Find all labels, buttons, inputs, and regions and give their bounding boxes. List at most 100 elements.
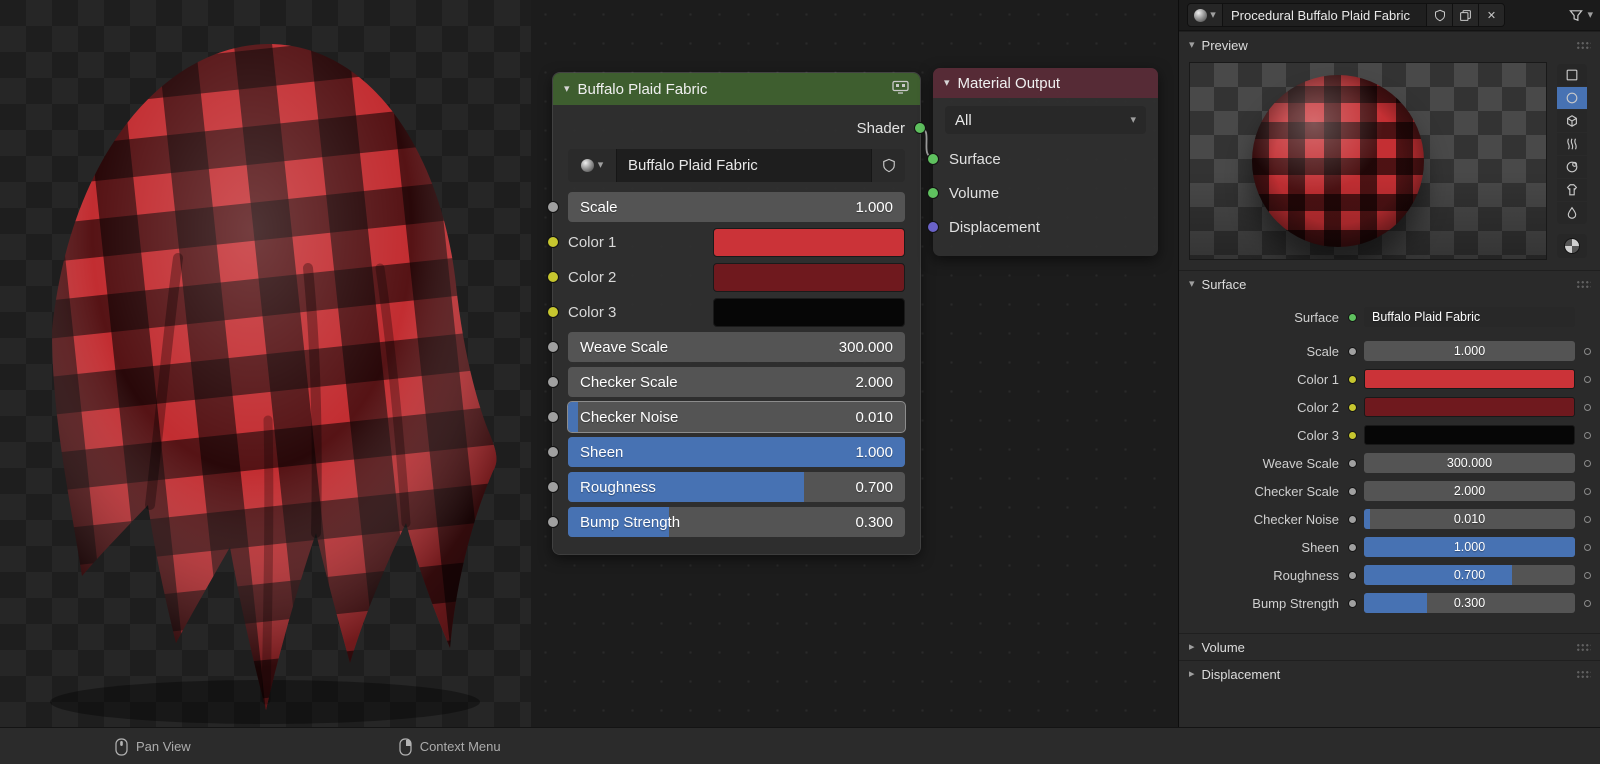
animate-decorator[interactable] [1584, 432, 1591, 439]
sheen-input-socket[interactable] [547, 446, 559, 458]
bump-strength-slider[interactable]: Bump Strength 0.300 [568, 507, 905, 537]
bump-strength-slider[interactable]: 0.300 [1364, 593, 1575, 613]
shader-output-socket[interactable] [914, 122, 926, 134]
preview-shaderball-button[interactable] [1557, 156, 1587, 178]
panel-grip-icon[interactable] [1576, 643, 1591, 652]
weave-scale-field[interactable]: Weave Scale 300.000 [568, 332, 905, 362]
shield-icon [882, 158, 896, 173]
checker-noise-field[interactable]: 0.010 [1364, 509, 1575, 529]
preview-sphere-button[interactable] [1557, 87, 1587, 109]
shader-node-editor[interactable]: ▾ Buffalo Plaid Fabric Shader ▾ Buffalo … [531, 0, 1178, 727]
properties-header: ▾ Procedural Buffalo Plaid Fabric ✕ ▾ [1179, 0, 1600, 31]
panel-grip-icon[interactable] [1576, 670, 1591, 679]
preview-plaid-sphere [1252, 75, 1424, 247]
displacement-input-socket[interactable] [927, 221, 939, 233]
duplicate-button[interactable] [1453, 4, 1479, 26]
checker-scale-field[interactable]: 2.000 [1364, 481, 1575, 501]
surface-shader-field[interactable]: Buffalo Plaid Fabric [1364, 307, 1575, 327]
weave-scale-input-socket[interactable] [547, 341, 559, 353]
checker-scale-field[interactable]: Checker Scale 2.000 [568, 367, 905, 397]
animate-decorator[interactable] [1584, 460, 1591, 467]
input-row-sheen: Sheen 1.000 [568, 437, 905, 467]
group-node-header[interactable]: ▾ Buffalo Plaid Fabric [553, 73, 920, 105]
color3-input-socket[interactable] [547, 306, 559, 318]
preview-fluid-button[interactable] [1557, 202, 1587, 224]
preview-cube-button[interactable] [1557, 110, 1587, 132]
node-material-output[interactable]: ▾ Material Output All ▾ Surface Volume [933, 68, 1158, 256]
preview-cloth-button[interactable] [1557, 179, 1587, 201]
fake-user-button[interactable] [1427, 4, 1453, 26]
bump-strength-input-socket[interactable] [547, 516, 559, 528]
volume-input-socket[interactable] [927, 187, 939, 199]
chevron-down-icon: ▾ [1210, 10, 1216, 21]
checker-noise-field[interactable]: Checker Noise 0.010 [568, 402, 905, 432]
preview-flat-button[interactable] [1557, 64, 1587, 86]
animate-decorator[interactable] [1584, 348, 1591, 355]
volume-section-header[interactable]: ▸ Volume [1179, 634, 1600, 660]
surface-section-header[interactable]: ▾ Surface [1179, 271, 1600, 297]
flat-plane-icon [1565, 68, 1579, 82]
sheen-slider[interactable]: 1.000 [1364, 537, 1575, 557]
color3-swatch[interactable] [713, 298, 905, 327]
roughness-slider[interactable]: Roughness 0.700 [568, 472, 905, 502]
animate-decorator[interactable] [1584, 516, 1591, 523]
color2-swatch[interactable] [713, 263, 905, 292]
output-node-header[interactable]: ▾ Material Output [933, 68, 1158, 98]
animate-decorator[interactable] [1584, 404, 1591, 411]
animate-decorator[interactable] [1584, 572, 1591, 579]
collapse-chevron-icon[interactable]: ▾ [564, 84, 570, 95]
fake-user-button[interactable] [871, 149, 905, 182]
checker-scale-input-socket[interactable] [547, 376, 559, 388]
input-row-color2: Color 2 [568, 262, 905, 292]
preview-type-toolbar [1557, 64, 1587, 258]
color1-input-socket[interactable] [547, 236, 559, 248]
color2-input-socket[interactable] [547, 271, 559, 283]
preview-world-button[interactable] [1557, 234, 1587, 258]
material-id-block: ▾ Procedural Buffalo Plaid Fabric ✕ [1187, 3, 1505, 27]
node-title: Buffalo Plaid Fabric [578, 81, 708, 98]
panel-grip-icon[interactable] [1576, 280, 1591, 289]
displacement-section-header[interactable]: ▸ Displacement [1179, 661, 1600, 687]
status-bar: Pan View Context Menu [0, 727, 1600, 764]
node-buffalo-plaid-fabric[interactable]: ▾ Buffalo Plaid Fabric Shader ▾ Buffalo … [553, 73, 920, 554]
scale-input-socket[interactable] [547, 201, 559, 213]
surface-input-socket[interactable] [927, 153, 939, 165]
chevron-down-icon: ▾ [1189, 279, 1195, 290]
panel-grip-icon[interactable] [1576, 41, 1591, 50]
animate-decorator[interactable] [1584, 544, 1591, 551]
filter-funnel-icon[interactable] [1568, 8, 1584, 23]
color1-swatch[interactable] [713, 228, 905, 257]
checker-noise-row: Checker Noise 0.010 [1189, 507, 1591, 531]
collapse-chevron-icon[interactable]: ▾ [944, 78, 950, 89]
animate-decorator[interactable] [1584, 600, 1591, 607]
chevron-down-icon[interactable]: ▾ [1587, 10, 1593, 21]
shaderball-icon [1565, 160, 1579, 174]
roughness-input-socket[interactable] [547, 481, 559, 493]
sphere-icon [1565, 91, 1579, 105]
input-row-color3: Color 3 [568, 297, 905, 327]
animate-decorator[interactable] [1584, 376, 1591, 383]
material-browse-button[interactable]: ▾ [568, 149, 617, 182]
scale-row: Scale 1.000 [1189, 339, 1591, 363]
weave-scale-field[interactable]: 300.000 [1364, 453, 1575, 473]
unlink-button[interactable]: ✕ [1479, 4, 1504, 26]
checker-noise-input-socket[interactable] [547, 411, 559, 423]
material-browse-button[interactable]: ▾ [1188, 4, 1223, 26]
output-target-dropdown[interactable]: All ▾ [945, 106, 1146, 134]
input-row-weave-scale: Weave Scale 300.000 [568, 332, 905, 362]
color3-swatch[interactable] [1364, 425, 1575, 445]
material-name-field[interactable]: Procedural Buffalo Plaid Fabric [1223, 4, 1427, 26]
animate-decorator[interactable] [1584, 488, 1591, 495]
color2-swatch[interactable] [1364, 397, 1575, 417]
3d-viewport[interactable] [0, 0, 532, 727]
scale-field[interactable]: 1.000 [1364, 341, 1575, 361]
color1-swatch[interactable] [1364, 369, 1575, 389]
preview-hair-button[interactable] [1557, 133, 1587, 155]
chevron-down-icon: ▾ [1189, 40, 1195, 51]
scale-field[interactable]: Scale 1.000 [568, 192, 905, 222]
material-name-field[interactable]: Buffalo Plaid Fabric [617, 149, 871, 182]
sheen-slider[interactable]: Sheen 1.000 [568, 437, 905, 467]
preview-section-header[interactable]: ▾ Preview [1179, 32, 1600, 58]
roughness-slider[interactable]: 0.700 [1364, 565, 1575, 585]
input-row-roughness: Roughness 0.700 [568, 472, 905, 502]
